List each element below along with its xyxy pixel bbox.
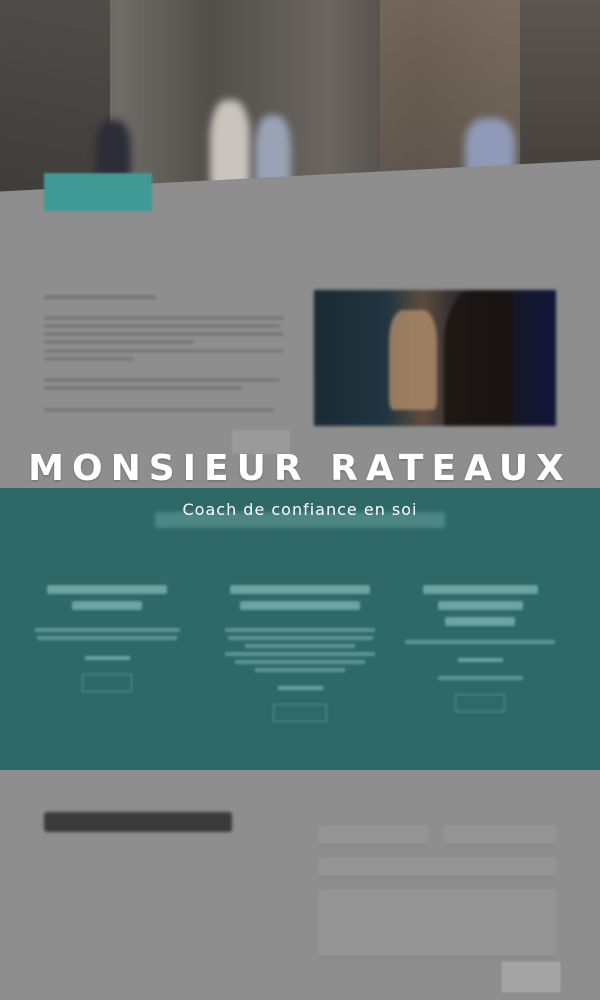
about-photo xyxy=(314,290,556,426)
about-text-line xyxy=(44,408,274,412)
coaching-card xyxy=(220,585,380,722)
about-heading-line xyxy=(44,295,156,299)
coaching-button[interactable] xyxy=(455,694,505,712)
about-text-line xyxy=(44,340,194,344)
contact-heading-blurred xyxy=(44,812,232,832)
hero-cta-button[interactable] xyxy=(44,173,152,211)
about-text-line xyxy=(44,349,284,353)
about-text-line xyxy=(44,316,284,320)
about-text-line xyxy=(44,324,280,328)
contact-send-button[interactable] xyxy=(502,962,560,992)
contact-name-field[interactable] xyxy=(318,826,428,845)
hero-title-blurred xyxy=(40,30,380,40)
coaching-card xyxy=(400,585,560,712)
about-text-line xyxy=(44,378,280,382)
coaching-card xyxy=(27,585,187,692)
site-subtitle: Coach de confiance en soi xyxy=(182,500,418,519)
coaching-button[interactable] xyxy=(82,674,132,692)
coaching-button[interactable] xyxy=(273,704,327,722)
about-text-line xyxy=(44,332,284,336)
contact-surname-field[interactable] xyxy=(444,826,556,845)
contact-message-field[interactable] xyxy=(318,890,556,957)
about-text-line xyxy=(44,386,242,390)
site-title: MONSIEUR RATEAUX xyxy=(28,448,572,489)
about-text-line xyxy=(44,357,134,361)
contact-email-field[interactable] xyxy=(318,858,556,877)
